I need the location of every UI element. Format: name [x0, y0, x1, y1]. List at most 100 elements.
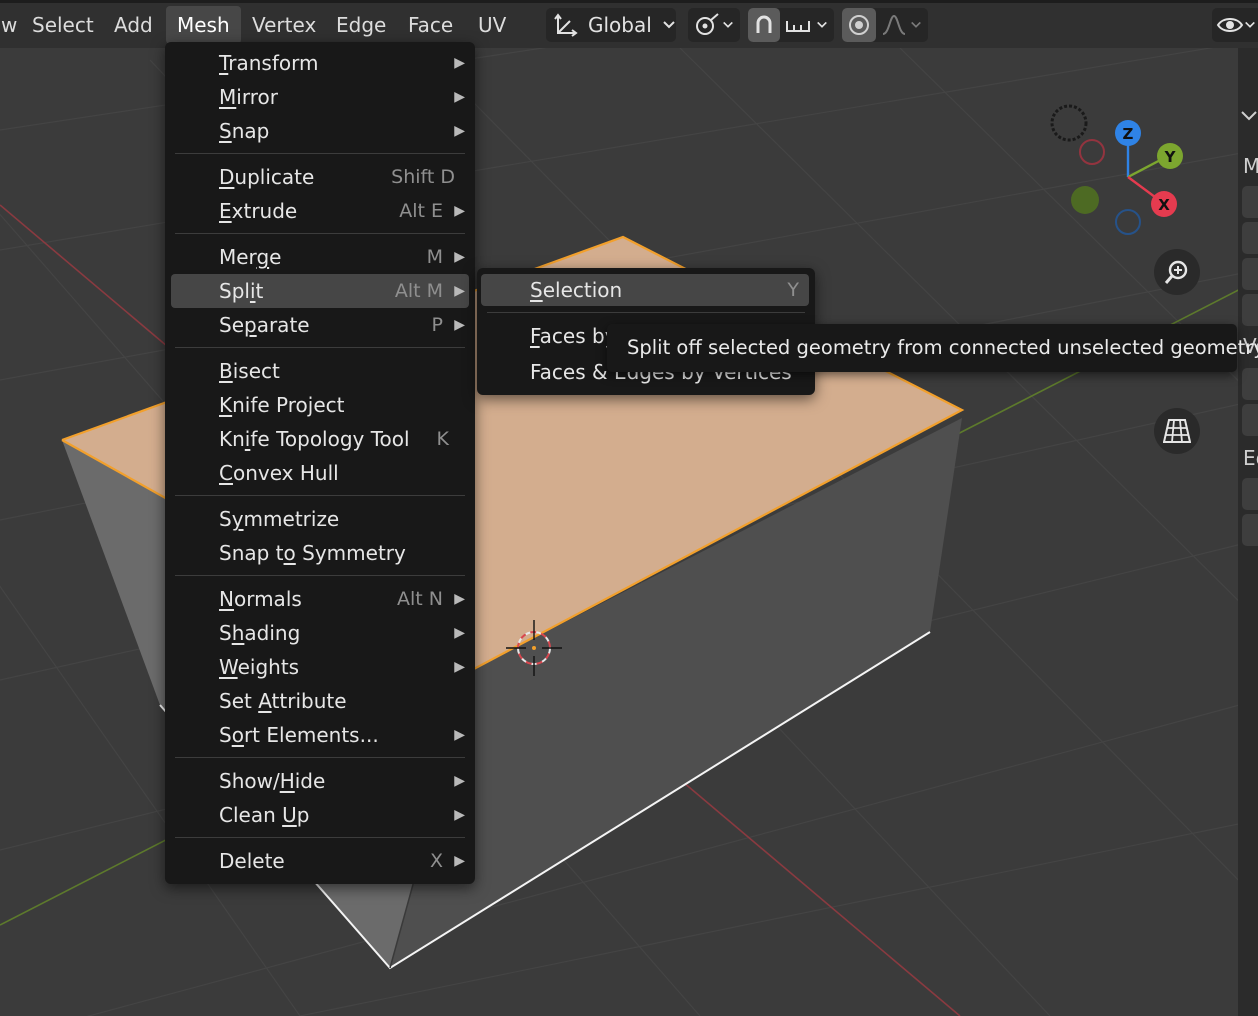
- gizmo-x-label: X: [1158, 196, 1170, 214]
- menu-separator: [175, 153, 465, 154]
- grid-view-button[interactable]: [1154, 408, 1200, 454]
- chevron-down-icon: [1245, 21, 1255, 28]
- menu-item-duplicate[interactable]: Duplicate Shift D: [171, 160, 469, 194]
- visibility-dropdown[interactable]: [1212, 8, 1258, 42]
- menu-item-extrude[interactable]: Extrude Alt E ▶: [171, 194, 469, 228]
- navigation-gizmo[interactable]: Z Y X: [1050, 104, 1183, 235]
- grid-icon: [1163, 419, 1191, 443]
- zoom-icon: [1164, 260, 1188, 284]
- menu-item-sort-elements[interactable]: Sort Elements... ▶: [171, 718, 469, 752]
- panel-collapse-chevron-icon[interactable]: [1240, 110, 1258, 122]
- camera-view-icon[interactable]: [1050, 104, 1088, 142]
- submenu-arrow-icon: ▶: [454, 591, 465, 607]
- submenu-arrow-icon: ▶: [454, 317, 465, 333]
- chevron-down-icon: [817, 21, 827, 28]
- menu-item-weights[interactable]: Weights ▶: [171, 650, 469, 684]
- submenu-arrow-icon: ▶: [454, 773, 465, 789]
- pivot-icon: [696, 13, 719, 35]
- menu-item-label: Snap to Symmetry: [219, 541, 406, 565]
- pivot-point-dropdown[interactable]: [688, 8, 740, 42]
- menu-item-label: Merge: [219, 245, 282, 269]
- menu-item-normals[interactable]: Normals Alt N ▶: [171, 582, 469, 616]
- menu-face[interactable]: Face: [397, 6, 464, 44]
- menu-item-label: Clean Up: [219, 803, 310, 827]
- submenu-arrow-icon: ▶: [454, 853, 465, 869]
- panel-field[interactable]: [1242, 404, 1258, 436]
- menu-separator: [175, 347, 465, 348]
- submenu-arrow-icon: ▶: [454, 807, 465, 823]
- split-selection-item[interactable]: Selection Y: [481, 274, 809, 306]
- snapping-controls[interactable]: [748, 8, 834, 42]
- menu-item-mirror[interactable]: Mirror ▶: [171, 80, 469, 114]
- shortcut-label: Alt N: [397, 588, 443, 610]
- menu-add[interactable]: Add: [103, 6, 164, 44]
- eye-icon: [1216, 18, 1244, 32]
- menu-item-snap-to-symmetry[interactable]: Snap to Symmetry: [171, 536, 469, 570]
- menu-item-label: Faces by: [530, 324, 617, 348]
- menu-item-label: Snap: [219, 119, 270, 143]
- menu-item-label: Weights: [219, 655, 300, 679]
- menu-separator: [487, 312, 805, 313]
- gizmo-neg-y[interactable]: [1071, 186, 1099, 214]
- menu-item-delete[interactable]: Delete X ▶: [171, 844, 469, 878]
- panel-field[interactable]: [1242, 258, 1258, 290]
- snap-toggle[interactable]: [748, 8, 780, 42]
- panel-label-ed: Ed: [1243, 446, 1258, 470]
- orientation-axes-icon: [554, 13, 578, 37]
- menu-item-symmetrize[interactable]: Symmetrize: [171, 502, 469, 536]
- shortcut-label: X: [429, 850, 443, 872]
- chevron-down-icon: [723, 21, 733, 28]
- menu-mesh[interactable]: Mesh: [166, 6, 241, 44]
- menu-separator: [175, 495, 465, 496]
- menu-item-shading[interactable]: Shading ▶: [171, 616, 469, 650]
- menu-uv[interactable]: UV: [467, 6, 517, 44]
- panel-field[interactable]: [1242, 368, 1258, 400]
- menu-item-clean-up[interactable]: Clean Up ▶: [171, 798, 469, 832]
- menu-item-transform[interactable]: Transform ▶: [171, 46, 469, 80]
- menu-select[interactable]: Select: [21, 6, 105, 44]
- menu-item-snap[interactable]: Snap ▶: [171, 114, 469, 148]
- menu-item-bisect[interactable]: Bisect: [171, 354, 469, 388]
- panel-field[interactable]: [1242, 186, 1258, 218]
- gizmo-neg-z[interactable]: [1115, 209, 1141, 235]
- submenu-arrow-icon: ▶: [454, 89, 465, 105]
- menu-separator: [175, 575, 465, 576]
- menu-separator: [175, 757, 465, 758]
- panel-field[interactable]: [1242, 222, 1258, 254]
- gizmo-neg-x[interactable]: [1079, 139, 1105, 165]
- panel-field[interactable]: [1242, 294, 1258, 326]
- menu-item-label: Delete: [219, 849, 285, 873]
- submenu-arrow-icon: ▶: [454, 659, 465, 675]
- zoom-button[interactable]: [1154, 249, 1200, 295]
- tooltip-text: Split off selected geometry from connect…: [627, 336, 1258, 359]
- menu-item-label: Knife Project: [219, 393, 345, 417]
- menu-item-knife-topology-tool[interactable]: Knife Topology Tool K: [171, 422, 469, 456]
- panel-field[interactable]: [1242, 478, 1258, 510]
- menu-vertex[interactable]: Vertex: [241, 6, 327, 44]
- menu-item-merge[interactable]: Merge M ▶: [171, 240, 469, 274]
- menu-item-separate[interactable]: Separate P ▶: [171, 308, 469, 342]
- menu-item-convex-hull[interactable]: Convex Hull: [171, 456, 469, 490]
- menu-item-label: Duplicate: [219, 165, 315, 189]
- menu-item-label: Show/Hide: [219, 769, 326, 793]
- menu-separator: [175, 233, 465, 234]
- panel-field[interactable]: [1242, 514, 1258, 546]
- menu-item-show-hide[interactable]: Show/Hide ▶: [171, 764, 469, 798]
- proportional-editing-controls[interactable]: [842, 8, 928, 42]
- chevron-down-icon: [911, 21, 921, 28]
- proportional-toggle[interactable]: [842, 8, 876, 42]
- menu-edge[interactable]: Edge: [325, 6, 397, 44]
- submenu-arrow-icon: ▶: [454, 203, 465, 219]
- menu-item-knife-project[interactable]: Knife Project: [171, 388, 469, 422]
- submenu-arrow-icon: ▶: [454, 625, 465, 641]
- header-bar: w Select Add Mesh Vertex Edge Face UV Gl…: [0, 0, 1258, 48]
- panel-label-m: M: [1243, 154, 1258, 178]
- proportional-edit-icon: [849, 15, 869, 35]
- menu-item-label: Shading: [219, 621, 301, 645]
- menu-item-split[interactable]: Split Alt M ▶: [171, 274, 469, 308]
- transform-orientation-dropdown[interactable]: Global: [546, 8, 676, 42]
- menu-item-label: Separate: [219, 313, 310, 337]
- menu-item-label: Split: [219, 279, 264, 303]
- menu-item-set-attribute[interactable]: Set Attribute: [171, 684, 469, 718]
- shortcut-label: Alt M: [394, 280, 443, 302]
